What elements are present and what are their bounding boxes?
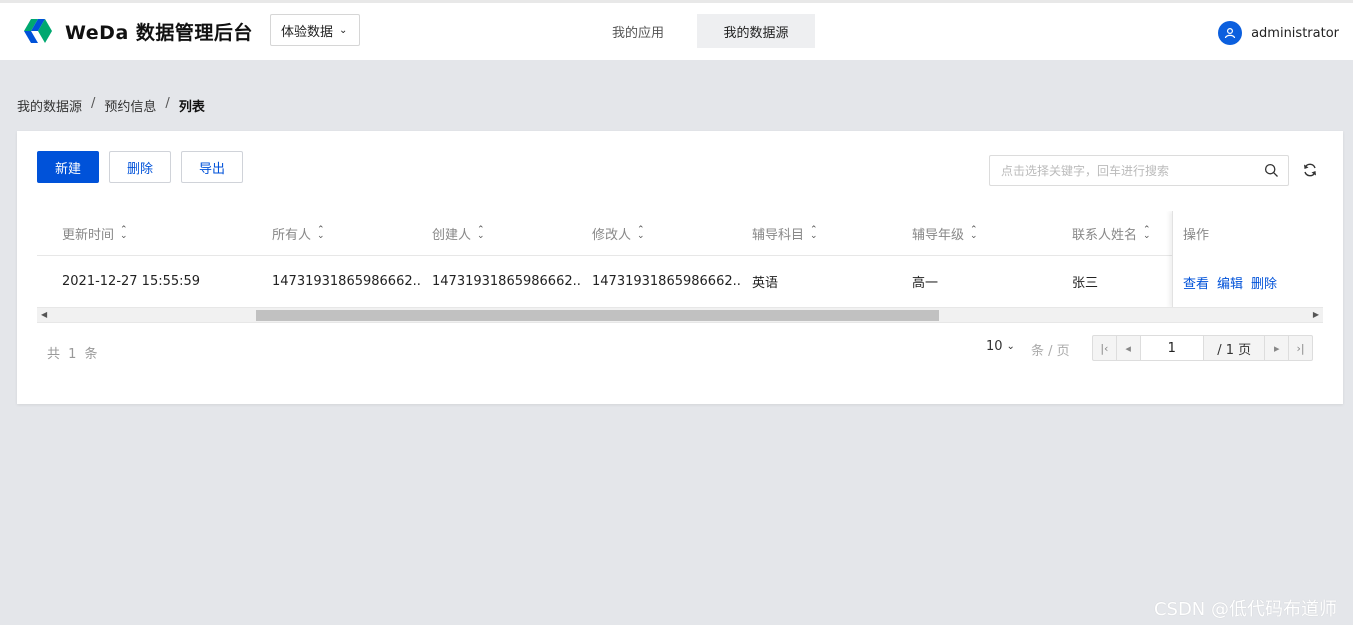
data-table: 更新时间 ⌃ ⌄ 所有人 ⌃ ⌄ 创建人 ⌃ ⌄ 修改人 ⌃ ⌄ 辅导科目 ⌃ ⌄ 辅导年… [37,211,1323,309]
table-cell: 张三 [1072,276,1099,291]
next-page-icon[interactable]: ▸ [1264,336,1288,360]
top-bar: WeDa 数据管理后台 体验数据 ⌄ 我的应用 我的数据源 administra… [0,0,1353,60]
environment-select[interactable]: 体验数据 ⌄ [270,14,360,46]
new-button[interactable]: 新建 [37,151,99,183]
column-header-subject[interactable]: 辅导科目 ⌃ ⌄ [752,211,902,255]
user-icon [1224,27,1236,39]
table-cell: 2021-12-27 15:55:59 [62,274,201,289]
breadcrumb-separator: / [165,96,170,111]
page-size-select[interactable]: 10 ⌄ [986,339,1015,354]
table-cell: 高一 [912,276,939,291]
view-link[interactable]: 查看 [1183,273,1209,292]
list-card: 新建 删除 导出 更新时间 ⌃⌄ 所有人 ⌃⌄ 创建人 ⌃⌄ [17,131,1343,404]
total-pages: / 1 页 [1217,342,1252,358]
environment-select-value: 体验数据 [281,24,334,40]
weda-logo-icon [24,19,52,43]
chevron-down-icon: ⌄ [339,24,348,36]
user-menu[interactable]: administrator [1218,21,1339,45]
prev-page-icon[interactable]: ◂ [1117,336,1141,360]
search-box [989,155,1289,186]
breadcrumb-item-current: 列表 [178,100,205,115]
scrollbar-thumb[interactable] [256,310,939,321]
table-cell: 14731931865986662... [272,274,422,289]
column-header-creator[interactable]: 创建人 ⌃ ⌄ [432,211,582,255]
avatar [1218,21,1243,45]
column-header-owner[interactable]: 所有人 ⌃ ⌄ [272,211,422,255]
first-page-icon[interactable]: |‹ [1093,336,1117,360]
app-title: WeDa 数据管理后台 [65,21,253,44]
sort-icon[interactable]: ⌃ ⌄ [1143,226,1151,241]
horizontal-scrollbar[interactable]: ◀ ▶ [37,307,1323,323]
table-row: 2021-12-27 15:55:59 14731931865986662...… [37,256,1323,308]
total-count: 共 1 条 [47,347,100,362]
column-header-modifier[interactable]: 修改人 ⌃ ⌄ [592,211,742,255]
breadcrumb-separator: / [91,96,96,111]
sort-icon[interactable]: ⌃ ⌄ [477,226,485,241]
sort-icon[interactable]: ⌃ ⌄ [120,226,128,241]
app-logo[interactable]: WeDa 数据管理后台 [22,17,253,45]
watermark: CSDN @低代码布道师 [1153,599,1337,620]
sort-icon[interactable]: ⌃ ⌄ [810,226,818,241]
per-page-label: 条 / 页 [1031,344,1070,359]
breadcrumb: 我的数据源 / 预约信息 / 列表 [17,96,205,115]
tab-my-datasources[interactable]: 我的数据源 [697,14,815,48]
row-actions: 查看 编辑 删除 [1183,256,1285,308]
sort-icon[interactable]: ⌃ ⌄ [317,226,325,241]
user-name: administrator [1251,25,1339,41]
edit-link[interactable]: 编辑 [1217,273,1243,292]
delete-button[interactable]: 删除 [109,151,171,183]
operations-column: 操作 查看 编辑 删除 [1172,211,1323,308]
scroll-left-arrow-icon[interactable]: ◀ [41,310,47,319]
tab-my-apps[interactable]: 我的应用 [596,14,680,48]
table-cell: 14731931865986662... [432,274,582,289]
search-input[interactable] [1001,163,1256,178]
refresh-icon[interactable] [1302,162,1318,178]
scroll-right-arrow-icon[interactable]: ▶ [1313,310,1319,319]
pager: |‹ ◂ 1 / 1 页 ▸ ›| [1092,335,1313,361]
table-cell: 14731931865986662... [592,274,742,289]
column-header-contact-name[interactable]: 联系人姓名 ⌃ ⌄ [1072,211,1177,255]
search-icon[interactable] [1264,163,1279,178]
column-header-grade[interactable]: 辅导年级 ⌃ ⌄ [912,211,1062,255]
breadcrumb-item-datasources[interactable]: 我的数据源 [17,96,82,115]
column-header-updated-time[interactable]: 更新时间 ⌃ ⌄ [62,211,262,255]
export-button[interactable]: 导出 [181,151,243,183]
delete-link[interactable]: 删除 [1251,273,1277,292]
table-cell: 英语 [752,276,779,291]
column-header-operations: 操作 [1183,228,1210,243]
table-header: 更新时间 ⌃ ⌄ 所有人 ⌃ ⌄ 创建人 ⌃ ⌄ 修改人 ⌃ ⌄ 辅导科目 ⌃ ⌄ 辅导年… [37,211,1323,256]
sort-icon[interactable]: ⌃ ⌄ [637,226,645,241]
breadcrumb-item-booking[interactable]: 预约信息 [104,96,156,115]
sort-icon[interactable]: ⌃ ⌄ [970,226,978,241]
chevron-down-icon: ⌄ [1006,341,1015,352]
page-number-input[interactable]: 1 [1140,336,1204,360]
last-page-icon[interactable]: ›| [1288,336,1312,360]
